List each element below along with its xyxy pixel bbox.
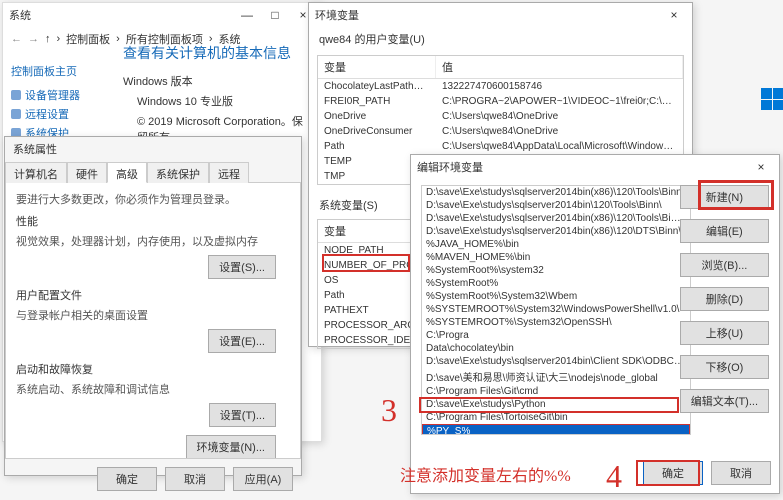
table-row[interactable]: OneDriveConsumerC:\Users\qwe84\OneDrive	[318, 124, 683, 139]
system-info: 查看有关计算机的基本信息 Windows 版本 Windows 10 专业版 ©…	[123, 43, 313, 149]
ok-button[interactable]: 确定	[97, 467, 157, 491]
ok-button[interactable]: 确定	[643, 461, 703, 485]
win-version: Windows 10 专业版	[123, 93, 313, 109]
list-item[interactable]: D:\save\Exe\studys\Python	[422, 398, 690, 411]
edit-env-dialog: 编辑环境变量 × D:\save\Exe\studys\sqlserver201…	[410, 154, 780, 494]
list-item[interactable]: Data\chocolatey\bin	[422, 342, 690, 355]
tab-computer-name[interactable]: 计算机名	[5, 162, 67, 183]
perf-settings-button[interactable]: 设置(S)...	[208, 255, 276, 279]
list-item[interactable]: %JAVA_HOME%\bin	[422, 238, 690, 251]
list-item[interactable]: %MAVEN_HOME%\bin	[422, 251, 690, 264]
max-icon[interactable]: □	[263, 7, 287, 23]
env-variables-button[interactable]: 环境变量(N)...	[186, 435, 276, 459]
shield-icon	[11, 109, 21, 119]
edit-title: 编辑环境变量	[417, 159, 483, 175]
close-icon[interactable]: ×	[749, 159, 773, 175]
down-button[interactable]: 下移(O)	[680, 355, 769, 379]
crumb-cp[interactable]: 控制面板	[66, 31, 110, 47]
perf-desc: 视觉效果，处理器计划，内存使用，以及虚拟内存	[16, 233, 290, 249]
tabs: 计算机名 硬件 高级 系统保护 远程	[5, 161, 301, 183]
tab-protection[interactable]: 系统保护	[147, 162, 209, 183]
list-item[interactable]: D:\save\Exe\studys\sqlserver2014bin(x86)…	[422, 212, 690, 225]
min-icon[interactable]: —	[235, 7, 259, 23]
list-item[interactable]: %SystemRoot%	[422, 277, 690, 290]
back-icon[interactable]: ←	[11, 33, 22, 45]
list-item[interactable]: %PY_S%	[422, 424, 690, 435]
nav-device-manager[interactable]: 设备管理器	[11, 87, 85, 103]
up-button[interactable]: 上移(U)	[680, 321, 769, 345]
list-item[interactable]: %SYSTEMROOT%\System32\WindowsPowerShell\…	[422, 303, 690, 316]
dialog-title: 系统属性	[5, 137, 301, 161]
list-item[interactable]: D:\save\美和易思\师资认证\大三\nodejs\node_global	[422, 368, 690, 385]
close-icon[interactable]: ×	[662, 7, 686, 23]
windows-logo-icon	[761, 88, 783, 110]
cancel-button[interactable]: 取消	[711, 461, 771, 485]
startup-settings-button[interactable]: 设置(T)...	[209, 403, 276, 427]
cancel-button[interactable]: 取消	[165, 467, 225, 491]
userprof-settings-button[interactable]: 设置(E)...	[208, 329, 276, 353]
userprof-title: 用户配置文件	[16, 287, 290, 303]
table-row[interactable]: ChocolateyLastPathUpdate1322274706001587…	[318, 79, 683, 94]
admin-warning: 要进行大多数更改，你必须作为管理员登录。	[16, 191, 290, 207]
startup-title: 启动和故障恢复	[16, 361, 290, 377]
up-icon[interactable]: ↑	[45, 33, 51, 45]
path-listbox[interactable]: D:\save\Exe\studys\sqlserver2014bin(x86)…	[421, 185, 691, 435]
titlebar: 系统 — □ ×	[3, 3, 321, 27]
list-item[interactable]: D:\save\Exe\studys\sqlserver2014bin\Clie…	[422, 355, 690, 368]
nav-remote[interactable]: 远程设置	[11, 106, 85, 122]
fwd-icon: →	[28, 33, 39, 45]
page-title: 查看有关计算机的基本信息	[123, 43, 313, 63]
user-vars-head: qwe84 的用户变量(U)	[309, 27, 692, 51]
edit-button[interactable]: 编辑(E)	[680, 219, 769, 243]
browse-button[interactable]: 浏览(B)...	[680, 253, 769, 277]
tab-hardware[interactable]: 硬件	[67, 162, 107, 183]
col-var[interactable]: 变量	[318, 56, 436, 78]
list-item[interactable]: C:\Program Files\TortoiseGit\bin	[422, 411, 690, 424]
perf-title: 性能	[16, 213, 290, 229]
list-item[interactable]: C:\Progra	[422, 329, 690, 342]
list-item[interactable]: D:\save\Exe\studys\sqlserver2014bin(x86)…	[422, 225, 690, 238]
list-item[interactable]: C:\Program Files\Git\cmd	[422, 385, 690, 398]
anno-3: 3	[381, 392, 397, 429]
table-row[interactable]: OneDriveC:\Users\qwe84\OneDrive	[318, 109, 683, 124]
env-title: 环境变量	[315, 7, 359, 23]
list-item[interactable]: %SYSTEMROOT%\System32\OpenSSH\	[422, 316, 690, 329]
tab-remote[interactable]: 远程	[209, 162, 249, 183]
apply-button[interactable]: 应用(A)	[233, 467, 293, 491]
startup-desc: 系统启动、系统故障和调试信息	[16, 381, 290, 397]
list-item[interactable]: D:\save\Exe\studys\sqlserver2014bin\120\…	[422, 199, 690, 212]
delete-button[interactable]: 删除(D)	[680, 287, 769, 311]
table-row[interactable]: FREI0R_PATHC:\PROGRA~2\APOWER~1\VIDEOC~1…	[318, 94, 683, 109]
tab-advanced[interactable]: 高级	[107, 162, 147, 183]
list-item[interactable]: D:\save\Exe\studys\sqlserver2014bin(x86)…	[422, 186, 690, 199]
system-properties-dialog: 系统属性 计算机名 硬件 高级 系统保护 远程 要进行大多数更改，你必须作为管理…	[4, 136, 302, 476]
userprof-desc: 与登录帐户相关的桌面设置	[16, 307, 290, 323]
nav-heading[interactable]: 控制面板主页	[11, 63, 85, 79]
edit-text-button[interactable]: 编辑文本(T)...	[680, 389, 769, 413]
ver-heading: Windows 版本	[123, 73, 313, 89]
col-val[interactable]: 值	[436, 56, 683, 78]
list-item[interactable]: %SystemRoot%\System32\Wbem	[422, 290, 690, 303]
new-button[interactable]: 新建(N)	[680, 185, 769, 209]
window-title: 系统	[9, 7, 31, 23]
dialog-buttons: 确定 取消 应用(A)	[5, 459, 301, 499]
shield-icon	[11, 90, 21, 100]
table-row[interactable]: PathC:\Users\qwe84\AppData\Local\Microso…	[318, 139, 683, 154]
list-item[interactable]: %SystemRoot%\system32	[422, 264, 690, 277]
